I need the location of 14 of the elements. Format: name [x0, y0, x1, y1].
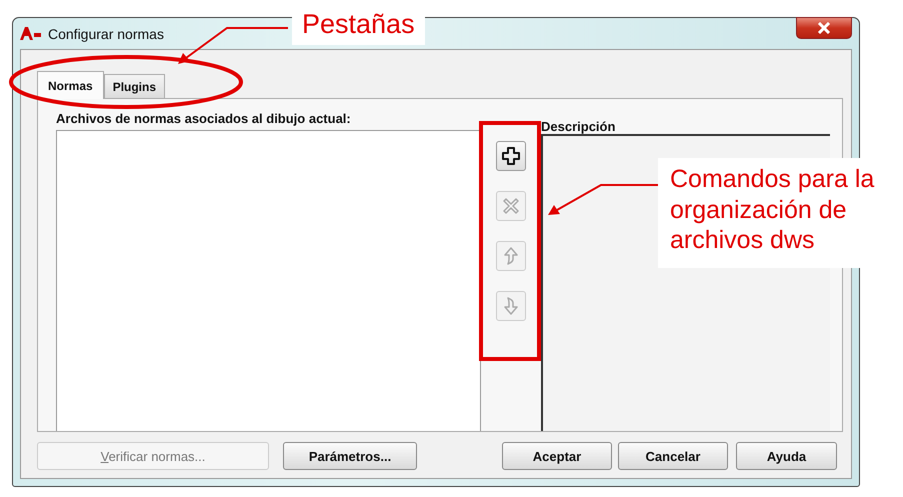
dialog-button[interactable]: Parámetros...: [283, 442, 417, 470]
dialog-button[interactable]: Aceptar: [502, 442, 612, 470]
cross-icon: [501, 196, 521, 216]
tab[interactable]: Normas: [37, 71, 104, 99]
list-label: Archivos de normas asociados al dibujo actual:: [56, 111, 352, 126]
tab[interactable]: Plugins: [104, 74, 166, 98]
dialog-button[interactable]: Cancelar: [618, 442, 728, 470]
window-title: Configurar normas: [48, 26, 164, 42]
close-icon: [817, 22, 831, 34]
close-button[interactable]: [796, 16, 852, 38]
add-button[interactable]: [496, 141, 526, 171]
app-icon: [20, 26, 42, 42]
dialog-button[interactable]: Ayuda: [736, 442, 837, 470]
plus-icon: [501, 146, 521, 166]
